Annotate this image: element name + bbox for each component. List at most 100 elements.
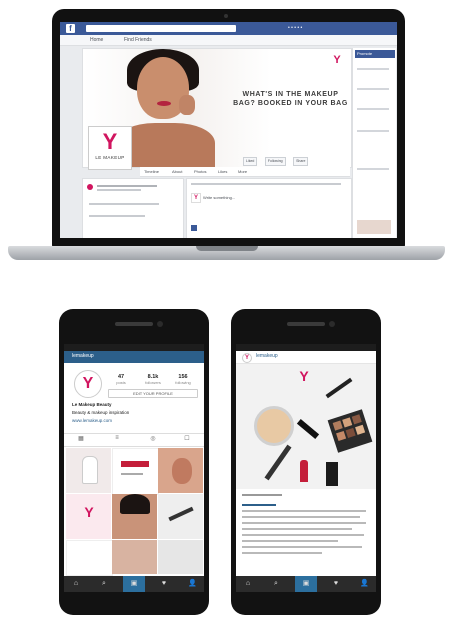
facebook-user-area[interactable]: • • • • •	[288, 25, 302, 31]
map-view-icon[interactable]: ◎	[148, 435, 158, 442]
phone-left-speaker	[115, 322, 153, 326]
model-hair	[120, 494, 150, 514]
caption-line	[242, 522, 366, 524]
post-username[interactable]: lemakeup	[256, 353, 278, 359]
stat-posts[interactable]: 47 posts	[108, 374, 134, 385]
home-icon[interactable]: ⌂	[244, 580, 252, 588]
sidebar-line	[357, 130, 389, 132]
sidebar-thumbnail[interactable]	[357, 220, 391, 234]
caption-username[interactable]	[242, 504, 276, 506]
model-lips	[157, 101, 171, 106]
sidebar-line	[357, 68, 389, 70]
stat-followers[interactable]: 8.1k followers	[140, 374, 166, 385]
phone-right-speaker	[287, 322, 325, 326]
compact-powder	[254, 406, 294, 446]
caption-line	[242, 546, 362, 548]
page-info-panel	[82, 178, 184, 238]
model-hand	[179, 95, 195, 115]
list-view-icon[interactable]: ≡	[112, 435, 122, 441]
subnav-home[interactable]: Home	[90, 37, 103, 43]
heart-icon[interactable]: ♥	[160, 580, 168, 588]
profile-avatar[interactable]: Y	[74, 370, 102, 398]
grid-photo[interactable]	[158, 540, 203, 574]
laptop-screen: f • • • • • Home Find Friends WHAT'S IN …	[60, 22, 397, 238]
caption-line	[242, 540, 338, 542]
tab-about[interactable]: About	[172, 169, 182, 174]
following-button[interactable]: Following	[264, 157, 286, 166]
likes-line	[242, 494, 282, 496]
makeup-brush	[264, 444, 292, 481]
info-line	[97, 185, 157, 187]
caption-line	[242, 528, 352, 530]
camera-icon[interactable]: ▣	[302, 580, 310, 588]
caption-line	[242, 552, 322, 554]
status-bar	[236, 344, 376, 351]
grid-photo[interactable]	[66, 540, 113, 576]
grid-photo[interactable]	[112, 448, 159, 495]
laptop-camera	[224, 14, 228, 18]
phone-left-camera	[157, 321, 163, 327]
tab-more[interactable]: More	[238, 169, 247, 174]
grid-photo[interactable]	[112, 494, 157, 539]
camera-icon[interactable]: ▣	[130, 580, 138, 588]
eyeshadow-palette	[327, 409, 373, 453]
page-profile-picture[interactable]: Y LE MAKEUP	[88, 126, 132, 170]
brand-name: LE MAKEUP	[95, 155, 125, 160]
product-bottle	[82, 456, 98, 484]
info-line	[89, 203, 159, 205]
phone-right-screen: Y lemakeup Y ⌂ ⌕ ▣ ♥ 👤	[236, 344, 376, 592]
facebook-search-input[interactable]	[86, 25, 236, 32]
cover-brand-logo: Y	[333, 54, 341, 66]
phone-left-screen: lemakeup Y 47 posts 8.1k followers 156 foll…	[64, 344, 204, 592]
caption-line	[242, 516, 360, 518]
composer-placeholder[interactable]: Write something...	[203, 195, 235, 200]
tab-photos[interactable]: Photos	[194, 169, 206, 174]
search-icon[interactable]: ⌕	[100, 580, 108, 588]
laptop-notch	[196, 246, 258, 251]
tab-likes[interactable]: Likes	[218, 169, 227, 174]
edit-profile-button[interactable]: EDIT YOUR PROFILE	[108, 389, 198, 398]
tab-timeline[interactable]: Timeline	[144, 169, 159, 174]
subnav-find-friends[interactable]: Find Friends	[124, 37, 152, 43]
sidebar-line	[357, 88, 389, 90]
grid-photo[interactable]	[66, 448, 111, 493]
heart-icon[interactable]: ♥	[332, 580, 340, 588]
grid-photo[interactable]: Y	[66, 494, 111, 539]
facebook-subnav	[60, 35, 397, 46]
grid-photo[interactable]	[112, 540, 157, 574]
sidebar-line	[357, 168, 389, 170]
profile-icon[interactable]: 👤	[360, 580, 369, 588]
product-lipstick	[121, 461, 149, 467]
lipstick-tube	[326, 462, 338, 486]
home-icon[interactable]: ⌂	[72, 580, 80, 588]
info-avatar-icon	[87, 184, 93, 190]
info-line	[97, 189, 141, 191]
search-icon[interactable]: ⌕	[272, 580, 280, 588]
sidebar-header[interactable]: Promote	[355, 50, 395, 58]
header-username: lemakeup	[72, 353, 94, 359]
status-bar	[64, 344, 204, 351]
right-sidebar: Promote	[352, 48, 396, 238]
sidebar-line	[357, 108, 389, 110]
cover-headline: WHAT'S IN THE MAKEUP BAG? BOOKED IN YOUR…	[233, 91, 348, 107]
grid-photo[interactable]	[158, 448, 203, 493]
brand-logo-icon: Y	[84, 504, 94, 520]
eyeliner	[296, 418, 320, 440]
tagged-view-icon[interactable]: ☐	[182, 435, 192, 442]
grid-view-icon[interactable]: ▦	[76, 435, 86, 442]
post-avatar[interactable]: Y	[242, 353, 252, 363]
status-composer[interactable]: Y Write something...	[186, 178, 352, 238]
info-line	[89, 215, 145, 217]
bio-text: Beauty & makeup inspiration	[72, 410, 130, 415]
bio-link[interactable]: www.lemakeup.com	[72, 418, 112, 423]
facebook-logo-icon[interactable]: f	[66, 24, 75, 33]
profile-icon[interactable]: 👤	[188, 580, 197, 588]
bio-name: Le Makeup Beauty	[72, 402, 112, 407]
liked-button[interactable]: Liked	[243, 157, 258, 166]
share-button[interactable]: Share	[293, 157, 309, 166]
grid-photo[interactable]	[158, 494, 203, 539]
caption-line	[121, 473, 143, 475]
post-image[interactable]: Y	[236, 364, 376, 489]
stat-following[interactable]: 156 following	[170, 374, 196, 385]
phone-right-camera	[329, 321, 335, 327]
